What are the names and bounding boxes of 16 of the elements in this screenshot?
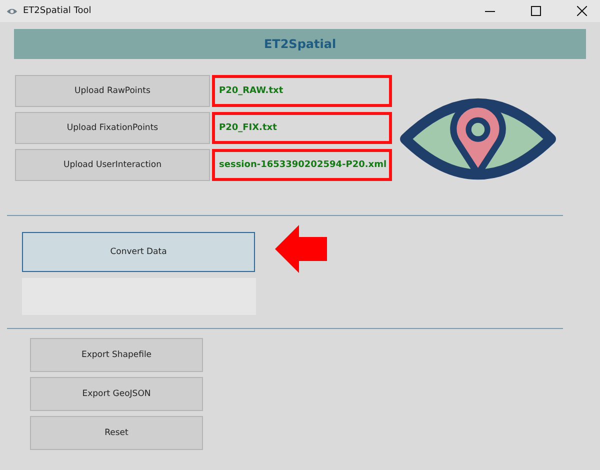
upload-button[interactable]: Upload FixationPoints (15, 112, 210, 144)
convert-data-button[interactable]: Convert Data (22, 232, 255, 272)
file-name-field: P20_FIX.txt (212, 112, 392, 144)
file-name-field: session-1653390202594-P20.xml (212, 149, 392, 181)
arrow-icon (275, 225, 327, 273)
upload-button[interactable]: Upload UserInteraction (15, 149, 210, 181)
file-name-field: P20_RAW.txt (212, 75, 392, 107)
maximize-icon[interactable] (531, 6, 541, 16)
app-title: ET2Spatial (264, 37, 336, 51)
window-title: ET2Spatial Tool (23, 6, 92, 16)
export-button[interactable]: Export Shapefile (30, 338, 203, 372)
export-button[interactable]: Export GeoJSON (30, 377, 203, 411)
eye-icon (6, 6, 18, 16)
close-icon[interactable] (577, 6, 587, 16)
upload-button[interactable]: Upload RawPoints (15, 75, 210, 107)
export-button[interactable]: Reset (30, 416, 203, 450)
